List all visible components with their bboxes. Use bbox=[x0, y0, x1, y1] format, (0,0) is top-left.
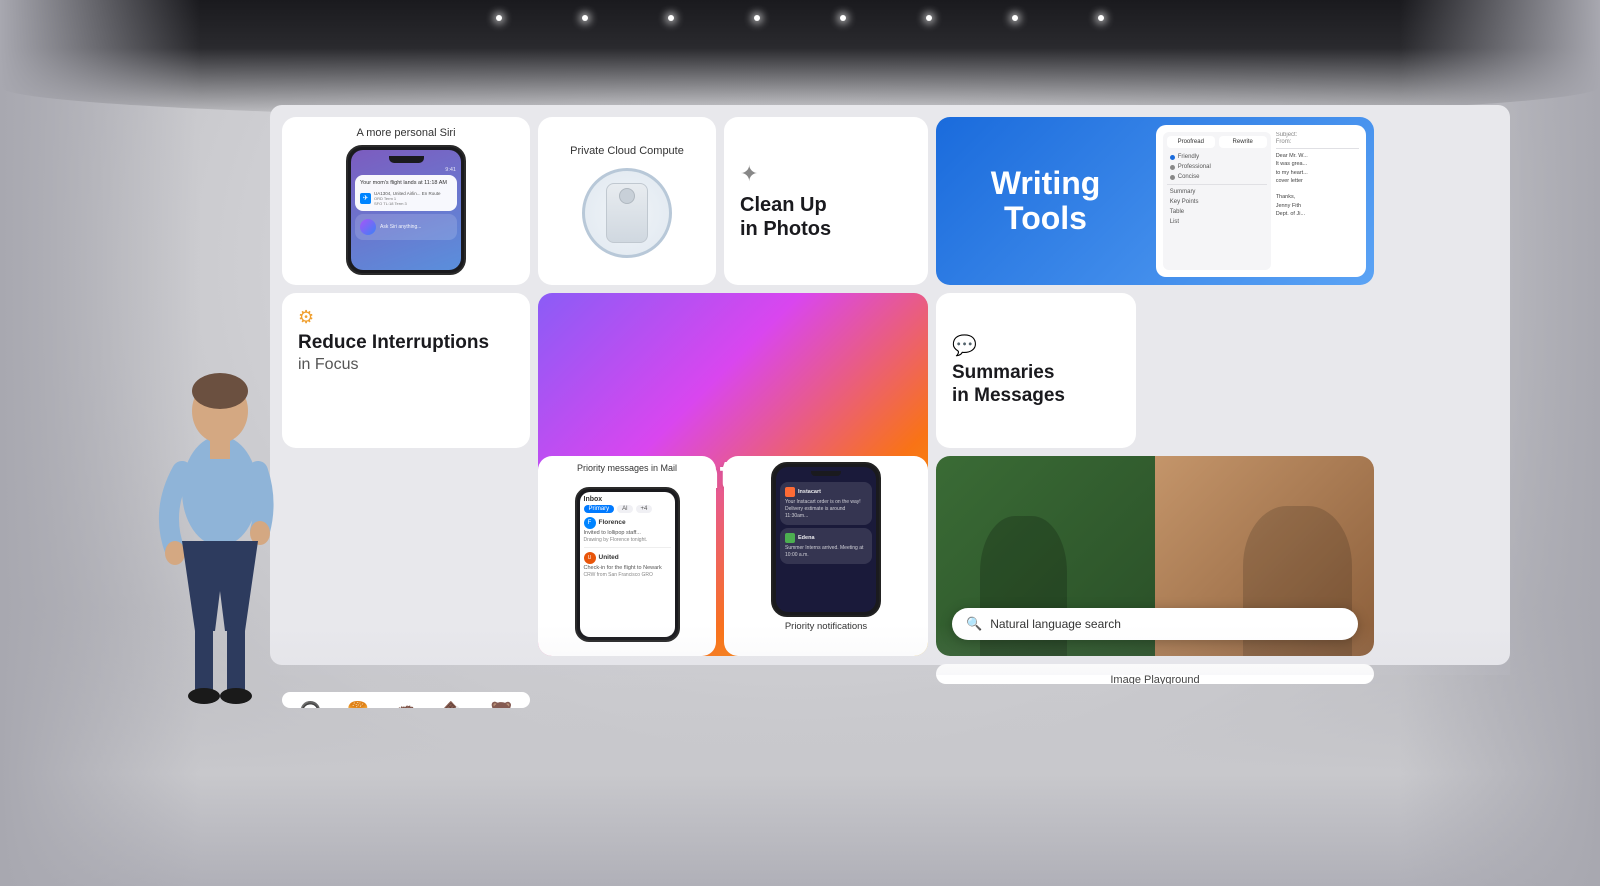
writing-tabs: Proofread Rewrite bbox=[1167, 136, 1267, 148]
ceiling-light bbox=[840, 15, 846, 21]
writing-right-panel: Proofread Rewrite Friendly Professional … bbox=[1156, 125, 1366, 277]
option-keypoints: Key Points bbox=[1167, 197, 1267, 207]
flight-details: UA1304, United Airlin... En Route ORD Te… bbox=[374, 191, 452, 206]
mail-body: Dear Mr. W...It was grea...to my heart..… bbox=[1276, 152, 1359, 218]
summaries-title: Summaries in Messages bbox=[952, 362, 1120, 408]
option-friendly: Friendly bbox=[1167, 152, 1267, 162]
notif-main-text: Your mom's flight lands at 11:18 AM bbox=[360, 180, 452, 188]
siri-bar: Ask Siri anything... bbox=[355, 214, 457, 240]
cloud-device bbox=[606, 183, 648, 243]
option-list: List bbox=[1167, 217, 1267, 227]
ceiling-light bbox=[582, 15, 588, 21]
notif-flight-row: ✈ UA1304, United Airlin... En Route ORD … bbox=[360, 191, 452, 206]
cloud-camera bbox=[619, 188, 635, 204]
siri-orb bbox=[360, 219, 376, 235]
phone-icon-wrapper: 📞 bbox=[1230, 518, 1288, 576]
cloud-visual bbox=[582, 168, 672, 258]
writing-divider bbox=[1167, 184, 1267, 185]
card-cloud: Private Cloud Compute bbox=[538, 117, 716, 285]
cleanup-title: Clean Up in Photos bbox=[740, 193, 912, 241]
wand-button bbox=[1027, 557, 1045, 575]
option-summary: Summary bbox=[1167, 187, 1267, 197]
emoji-4: 🍫 bbox=[431, 700, 476, 708]
reduce-subtitle: in Focus bbox=[298, 356, 514, 374]
cleanup-icon: ✦ bbox=[740, 161, 912, 187]
writing-title-line1: Writing bbox=[991, 165, 1101, 201]
reduce-title: Reduce Interruptions bbox=[298, 332, 514, 354]
audio-subtitle: summaries bbox=[1232, 498, 1286, 510]
phone-mockup-siri: 9:41 Your mom's flight lands at 11:18 AM… bbox=[346, 145, 466, 275]
ceiling-light bbox=[1012, 15, 1018, 21]
mail-divider bbox=[1276, 148, 1359, 149]
display-board: A more personal Siri 9:41 Your mom's fli… bbox=[270, 105, 1510, 665]
card-writing: Writing Tools Proofread Rewrite Friendly… bbox=[936, 117, 1374, 285]
phone-notch bbox=[389, 156, 424, 163]
summaries-line1: Summaries bbox=[952, 362, 1054, 383]
audio-doc-text: Recording Summary Discussion of Q4 plans… bbox=[1160, 586, 1358, 622]
ceiling-light bbox=[926, 15, 932, 21]
summaries-line2: in Messages bbox=[952, 385, 1065, 406]
card-hero: Apple Intelligence bbox=[538, 293, 928, 656]
ceiling-light bbox=[496, 15, 502, 21]
board-reflection bbox=[270, 625, 1510, 675]
option-concise: Concise bbox=[1167, 172, 1267, 182]
flight-icon: ✈ bbox=[360, 193, 371, 204]
mail-subject-label: Subject: bbox=[1276, 132, 1359, 138]
writing-mail-panel: Subject: From: Dear Mr. W...It was grea.… bbox=[1276, 132, 1359, 270]
emoji-2: 🍔 bbox=[336, 700, 381, 708]
writing-title-line2: Tools bbox=[1004, 200, 1087, 236]
flight-text: UA1304, United Airlin... En Route bbox=[374, 191, 452, 196]
ceiling-light bbox=[1098, 15, 1104, 21]
card-genmoji: 🎧 🍔 🦔 🍫 🐻 🐙 🎈 🦊 🤿 🐸 Genmoji e a Memory M… bbox=[282, 692, 530, 708]
audio-doc: Recording Summary Discussion of Q4 plans… bbox=[1154, 582, 1364, 626]
wand-title: Image Wand bbox=[1005, 502, 1067, 514]
rewrite-tab: Rewrite bbox=[1219, 136, 1267, 148]
siri-card-title: A more personal Siri bbox=[356, 127, 455, 139]
option-table: Table bbox=[1167, 207, 1267, 217]
ceiling-light bbox=[668, 15, 674, 21]
reduce-icon: ⚙ bbox=[298, 307, 514, 328]
siri-text: Ask Siri anything... bbox=[380, 224, 421, 230]
ceiling-light bbox=[754, 15, 760, 21]
writing-options-panel: Proofread Rewrite Friendly Professional … bbox=[1163, 132, 1271, 270]
card-cleanup: ✦ Clean Up in Photos bbox=[724, 117, 928, 285]
phone-screen-siri: 9:41 Your mom's flight lands at 11:18 AM… bbox=[351, 150, 461, 270]
ceiling-lights bbox=[496, 15, 1104, 21]
card-summaries: 💬 Summaries in Messages bbox=[936, 293, 1136, 448]
emoji-3: 🦔 bbox=[384, 700, 429, 708]
emoji-5: 🐻 bbox=[479, 700, 524, 708]
cloud-title: Private Cloud Compute bbox=[570, 144, 684, 158]
siri-notification: Your mom's flight lands at 11:18 AM ✈ UA… bbox=[355, 175, 457, 211]
playground-title: Image Playground bbox=[946, 674, 1364, 684]
writing-left-panel: Writing Tools bbox=[936, 117, 1155, 285]
wand-tip bbox=[1034, 608, 1039, 620]
hero-title: Apple Intelligence bbox=[562, 451, 904, 499]
card-siri: A more personal Siri 9:41 Your mom's fli… bbox=[282, 117, 530, 285]
wand-visual bbox=[1011, 522, 1061, 610]
emoji-grid: 🎧 🍔 🦔 🍫 🐻 🐙 🎈 🦊 🤿 🐸 bbox=[288, 700, 524, 708]
card-reduce: ⚙ Reduce Interruptions in Focus bbox=[282, 293, 530, 448]
phone-time: 9:41 bbox=[351, 167, 461, 173]
writing-title: Writing Tools bbox=[991, 166, 1101, 236]
mail-from-label: From: bbox=[1276, 139, 1359, 145]
proofread-tab: Proofread bbox=[1167, 136, 1215, 148]
summaries-icon: 💬 bbox=[952, 333, 1120, 358]
audio-title: Audio recording bbox=[1220, 486, 1297, 498]
option-professional: Professional bbox=[1167, 162, 1267, 172]
cleanup-line2: in Photos bbox=[740, 218, 831, 240]
flight-row2: SFO TL:18 Term 3 bbox=[374, 201, 452, 206]
cleanup-line1: Clean Up bbox=[740, 194, 827, 216]
